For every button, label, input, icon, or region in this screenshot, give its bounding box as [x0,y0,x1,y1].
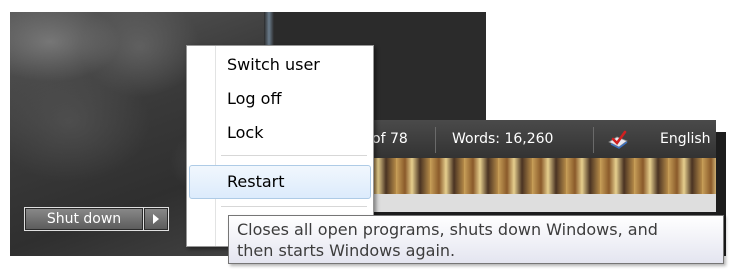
tooltip-line-2: then starts Windows again. [237,241,456,260]
shutdown-button[interactable]: Shut down [24,207,144,231]
menu-separator [221,206,367,207]
menu-separator [221,155,367,156]
background-area [486,12,726,132]
word-status-bar: of 78 Words: 16,260 English [362,120,716,158]
menu-item-switch-user[interactable]: Switch user [227,55,320,74]
triangle-right-icon [153,214,159,224]
menu-item-log-off[interactable]: Log off [227,89,281,108]
status-separator [593,127,594,153]
menu-item-lock[interactable]: Lock [227,123,263,142]
tooltip-line-1: Closes all open programs, shuts down Win… [237,220,658,239]
book-check-icon[interactable] [607,129,629,149]
document-ruler-strip [362,158,716,195]
menu-gutter [215,46,216,246]
restart-tooltip: Closes all open programs, shuts down Win… [228,215,724,264]
menu-item-restart[interactable]: Restart [227,172,285,191]
document-area [362,194,716,212]
shutdown-split-button: Shut down [24,207,169,231]
page-count[interactable]: of 78 [372,131,408,147]
shutdown-options-button[interactable] [144,207,169,231]
word-count[interactable]: Words: 16,260 [452,131,553,147]
language-indicator[interactable]: English [660,131,711,147]
status-separator [435,127,436,153]
